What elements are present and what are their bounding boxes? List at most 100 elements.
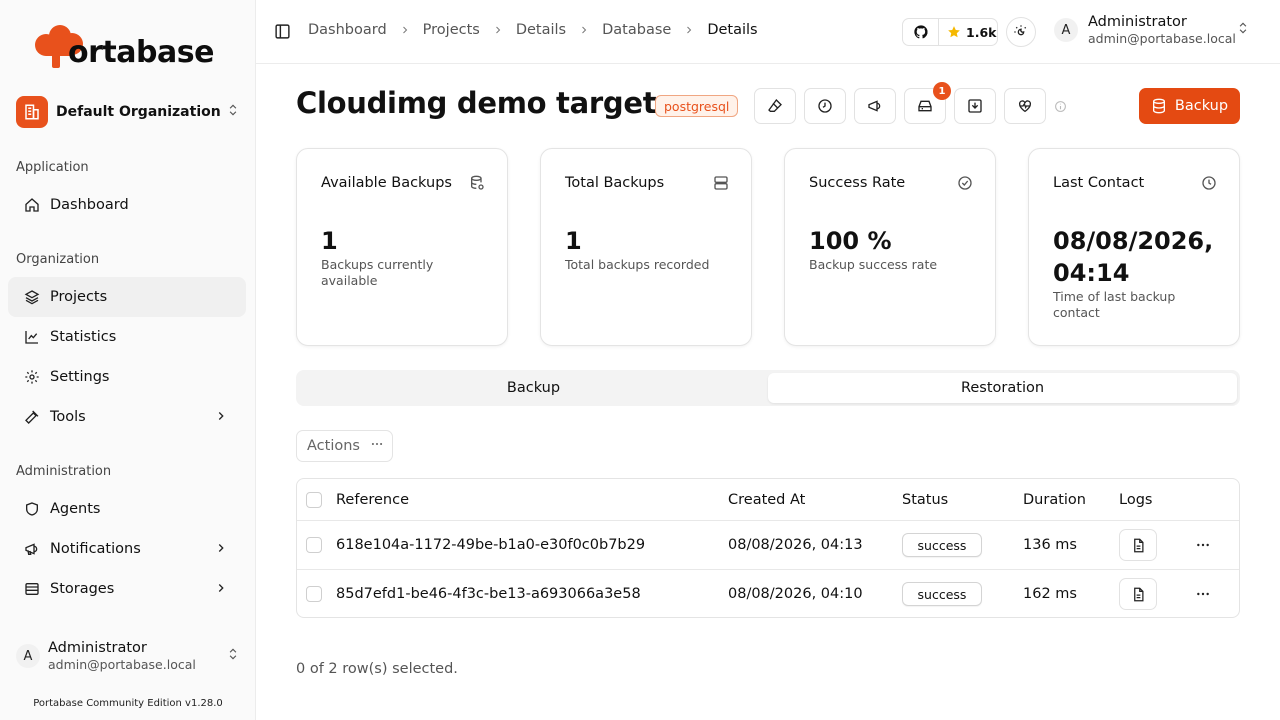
breadcrumb-project-details[interactable]: Details bbox=[516, 22, 566, 38]
import-backup-button[interactable] bbox=[954, 88, 996, 124]
sidebar-item-dashboard[interactable]: Dashboard bbox=[8, 185, 246, 225]
view-logs-button[interactable] bbox=[1119, 529, 1157, 561]
card-value: 08/08/2026, 04:14 bbox=[1053, 227, 1214, 287]
sidebar-item-label: Notifications bbox=[50, 541, 141, 557]
star-icon bbox=[948, 26, 960, 38]
row-more-menu[interactable] bbox=[1195, 521, 1211, 569]
backup-restoration-tabs: Backup Restoration bbox=[296, 370, 1240, 406]
more-horizontal-icon bbox=[370, 437, 384, 455]
row-reference: 618e104a-1172-49be-b1a0-e30f0c0b7b29 bbox=[336, 537, 646, 553]
stat-card-last-contact: Last Contact 08/08/2026, 04:14 Time of l… bbox=[1028, 148, 1240, 346]
user-email: admin@portabase.local bbox=[1088, 31, 1236, 46]
status-badge: success bbox=[902, 582, 982, 606]
row-duration: 136 ms bbox=[1023, 537, 1077, 553]
organization-switcher[interactable]: Default Organization bbox=[16, 96, 240, 128]
sidebar-item-label: Settings bbox=[50, 369, 110, 385]
chevron-right-icon bbox=[214, 541, 228, 559]
stat-card-total-backups: Total Backups 1 Total backups recorded bbox=[540, 148, 752, 346]
file-text-icon bbox=[1133, 587, 1143, 601]
database-icon bbox=[1152, 98, 1165, 114]
page-title: Cloudimg demo target bbox=[296, 86, 657, 120]
chevron-right-icon bbox=[683, 24, 695, 36]
more-horizontal-icon bbox=[1197, 543, 1209, 547]
archive-icon bbox=[23, 580, 41, 598]
backup-button-label: Backup bbox=[1174, 98, 1229, 114]
heart-pulse-icon bbox=[1019, 100, 1031, 113]
notifications-button[interactable] bbox=[854, 88, 896, 124]
avatar: A bbox=[1054, 18, 1078, 42]
gear-icon bbox=[23, 368, 41, 386]
building-icon bbox=[16, 96, 48, 128]
chevron-right-icon bbox=[214, 409, 228, 427]
stat-card-success-rate: Success Rate 100 % Backup success rate bbox=[784, 148, 996, 346]
tab-backup[interactable]: Backup bbox=[299, 373, 768, 403]
sidebar-item-label: Agents bbox=[50, 501, 101, 517]
shield-icon bbox=[23, 500, 41, 518]
organization-name: Default Organization bbox=[56, 104, 221, 120]
actions-label: Actions bbox=[307, 438, 360, 454]
user-name: Administrator bbox=[1088, 14, 1187, 30]
view-logs-button[interactable] bbox=[1119, 578, 1157, 610]
column-header-duration: Duration bbox=[1023, 492, 1086, 508]
hammer-icon bbox=[23, 408, 41, 426]
backup-button[interactable]: Backup bbox=[1139, 88, 1240, 124]
edition-label: Portabase Community Edition v1.28.0 bbox=[33, 698, 223, 709]
sidebar-item-tools[interactable]: Tools bbox=[8, 397, 246, 437]
table-header-row: Reference Created At Status Duration Log… bbox=[297, 479, 1239, 521]
breadcrumb-dashboard[interactable]: Dashboard bbox=[308, 22, 387, 38]
sidebar-user-menu[interactable]: A Administrator admin@portabase.local bbox=[16, 636, 240, 676]
sidebar-toggle-icon[interactable] bbox=[274, 23, 291, 44]
sidebar-item-storages[interactable]: Storages bbox=[8, 569, 246, 609]
card-subtitle: Time of last backup contact bbox=[1053, 289, 1176, 320]
more-horizontal-icon bbox=[1197, 592, 1209, 596]
table-row: 618e104a-1172-49be-b1a0-e30f0c0b7b29 08/… bbox=[297, 520, 1239, 569]
user-name: Administrator bbox=[48, 640, 147, 656]
breadcrumb-projects[interactable]: Projects bbox=[423, 22, 480, 38]
tab-restoration[interactable]: Restoration bbox=[768, 373, 1237, 403]
chevrons-up-down-icon bbox=[226, 647, 240, 665]
github-icon bbox=[903, 19, 939, 45]
download-icon bbox=[968, 99, 982, 113]
breadcrumb-database[interactable]: Database bbox=[602, 22, 671, 38]
chevron-right-icon bbox=[492, 24, 504, 36]
backups-table: Reference Created At Status Duration Log… bbox=[296, 478, 1240, 618]
card-value: 100 % bbox=[809, 227, 892, 255]
sidebar-item-agents[interactable]: Agents bbox=[8, 489, 246, 529]
sidebar-item-notifications[interactable]: Notifications bbox=[8, 529, 246, 569]
schedule-button[interactable] bbox=[804, 88, 846, 124]
hard-drive-icon bbox=[918, 100, 932, 112]
portabase-logo[interactable]: ortabase bbox=[34, 22, 234, 72]
group-label-administration: Administration bbox=[16, 464, 112, 479]
card-title: Available Backups bbox=[321, 175, 452, 191]
table-row: 85d7efd1-be46-4f3c-be13-a693066a3e58 08/… bbox=[297, 569, 1239, 618]
topbar-user-menu[interactable]: A Administrator admin@portabase.local bbox=[1054, 14, 1250, 46]
health-check-button[interactable] bbox=[1004, 88, 1046, 124]
database-icon bbox=[469, 175, 485, 195]
file-text-icon bbox=[1133, 538, 1143, 552]
sidebar-item-settings[interactable]: Settings bbox=[8, 357, 246, 397]
row-checkbox[interactable] bbox=[306, 586, 322, 602]
breadcrumb-current: Details bbox=[707, 22, 758, 38]
column-header-status: Status bbox=[902, 492, 949, 508]
select-all-checkbox[interactable] bbox=[306, 492, 322, 508]
card-subtitle: Total backups recorded bbox=[565, 257, 710, 272]
sidebar-item-label: Storages bbox=[50, 581, 115, 597]
row-checkbox[interactable] bbox=[306, 537, 322, 553]
sidebar-item-projects[interactable]: Projects bbox=[8, 277, 246, 317]
edit-database-button[interactable] bbox=[754, 88, 796, 124]
card-title: Total Backups bbox=[565, 175, 665, 191]
info-icon[interactable] bbox=[1054, 100, 1067, 117]
sun-moon-icon bbox=[1014, 25, 1027, 36]
sidebar: ortabase Default Organization Applicatio… bbox=[0, 0, 256, 720]
theme-toggle-button[interactable] bbox=[1006, 17, 1036, 47]
row-more-menu[interactable] bbox=[1195, 570, 1211, 618]
database-engine-badge: postgresql bbox=[655, 95, 739, 117]
circle-check-icon bbox=[957, 175, 973, 195]
column-header-created-at: Created At bbox=[728, 492, 806, 508]
sidebar-item-statistics[interactable]: Statistics bbox=[8, 317, 246, 357]
layers-icon bbox=[23, 288, 41, 306]
actions-button[interactable]: Actions bbox=[296, 430, 393, 462]
card-value: 1 bbox=[565, 227, 582, 255]
github-stars-button[interactable]: 1.6k bbox=[902, 18, 998, 46]
chevrons-up-down-icon bbox=[226, 103, 240, 121]
